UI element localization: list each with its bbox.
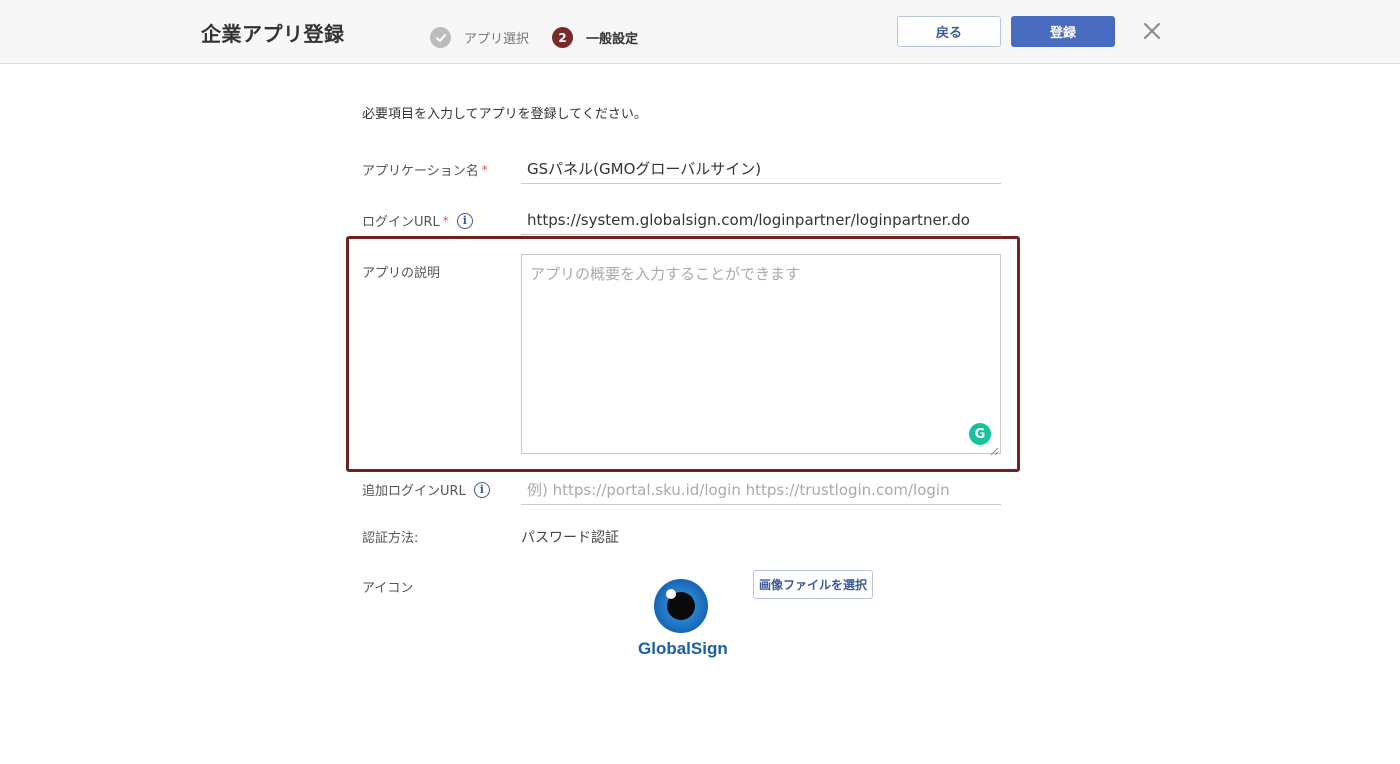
step-number-badge: 2 — [552, 27, 573, 48]
form-intro-text: 必要項目を入力してアプリを登録してください。 — [362, 107, 647, 122]
app-name-label-text: アプリケーション名 — [362, 164, 479, 179]
step-app-select: アプリ選択 — [430, 27, 529, 48]
logo-text: GlobalSign — [638, 639, 728, 658]
step-label: 一般設定 — [586, 32, 639, 47]
icon-label: アイコン — [362, 577, 413, 596]
page-title: 企業アプリ登録 — [201, 22, 345, 46]
additional-url-label-text: 追加ログインURL — [362, 484, 466, 499]
register-button[interactable]: 登録 — [1011, 16, 1115, 47]
step-label: アプリ選択 — [464, 32, 530, 47]
resize-handle-icon[interactable] — [988, 441, 999, 456]
login-url-label: ログインURL * i — [362, 211, 473, 230]
info-icon[interactable]: i — [456, 212, 473, 229]
icon-label-text: アイコン — [362, 581, 414, 596]
header-bar: 企業アプリ登録 アプリ選択 2 一般設定 戻る 登録 — [0, 0, 1400, 64]
app-name-label: アプリケーション名 * — [362, 160, 488, 180]
description-label-text: アプリの説明 — [362, 266, 441, 281]
close-icon[interactable] — [1140, 19, 1164, 43]
check-icon — [430, 27, 451, 48]
info-icon[interactable]: i — [473, 481, 490, 498]
auth-method-label-text: 認証方法: — [362, 531, 419, 546]
required-mark: * — [481, 162, 488, 177]
auth-method-label: 認証方法: — [362, 527, 418, 546]
step-general-settings: 2 一般設定 — [552, 27, 638, 48]
login-url-input[interactable]: https://system.globalsign.com/loginpartn… — [521, 205, 1001, 235]
required-mark: * — [442, 213, 449, 228]
auth-method-value: パスワード認証 — [521, 530, 619, 546]
app-name-input[interactable]: GSパネル(GMOグローバルサイン) — [521, 154, 1001, 184]
description-textarea[interactable]: アプリの概要を入力することができます — [521, 254, 1001, 454]
additional-url-label: 追加ログインURL i — [362, 480, 490, 499]
additional-url-input[interactable]: 例) https://portal.sku.id/login https://t… — [521, 475, 1001, 505]
login-url-label-text: ログインURL — [362, 215, 440, 230]
globalsign-logo: GlobalSign — [636, 576, 736, 658]
back-button[interactable]: 戻る — [897, 16, 1001, 47]
select-image-button[interactable]: 画像ファイルを選択 — [753, 570, 873, 599]
description-label: アプリの説明 — [362, 262, 440, 281]
